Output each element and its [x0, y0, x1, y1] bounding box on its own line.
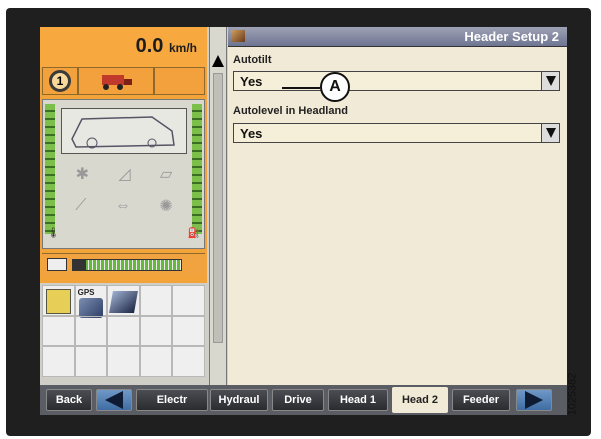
page-title: Header Setup 2 [464, 29, 559, 44]
shortcut-slot[interactable] [139, 346, 173, 377]
scroll-thumb[interactable] [213, 73, 223, 343]
shortcut-slot[interactable] [74, 346, 108, 377]
shortcut-slot[interactable] [172, 285, 205, 316]
scrollbar[interactable] [209, 27, 227, 385]
spray-icon: ⟋ [75, 197, 87, 214]
tab-bar: Back Electr Hydraul Drive Head 1 Head 2 … [40, 385, 567, 415]
autotilt-dropdown-button[interactable] [541, 72, 559, 90]
status-panel: 0.0 km/h 1 ✱ ◿ ▱ ⟋ ⇔ ✺ 🌡 ⛽ [40, 27, 207, 283]
arrow-right-icon [525, 391, 543, 409]
display-screen: 0.0 km/h 1 ✱ ◿ ▱ ⟋ ⇔ ✺ 🌡 ⛽ GPS Header Se… [40, 27, 567, 415]
shortcut-slot[interactable] [172, 346, 205, 377]
tab-feeder[interactable]: Feeder [452, 389, 510, 411]
arrow-left-icon [105, 391, 123, 409]
light-icon: ✺ [159, 198, 173, 215]
ramp-icon: ◿ [118, 166, 131, 183]
gps-label: GPS [77, 288, 95, 297]
fuel-level-marker [72, 259, 86, 271]
figure-number-text: 1025382 [566, 372, 579, 416]
shortcut-slot[interactable] [139, 285, 173, 316]
combine-diagram-icon [61, 108, 187, 154]
shortcut-slot[interactable] [42, 285, 75, 316]
right-level-bar [192, 104, 202, 234]
figure-number: 1025382 [566, 350, 599, 438]
tab-head-2[interactable]: Head 2 [392, 387, 448, 413]
speed-readout: 0.0 km/h [136, 35, 197, 58]
shortcut-slot[interactable] [107, 315, 140, 347]
autotilt-label: Autotilt [233, 54, 272, 66]
shortcut-slot[interactable] [172, 315, 205, 347]
fuel-pump-icon: ⛽ [187, 228, 200, 239]
shortcut-slot[interactable] [139, 315, 173, 347]
header-setup-panel: Header Setup 2 Autotilt Yes Autolevel in… [228, 27, 567, 385]
autotilt-value: Yes [240, 74, 263, 89]
status-empty-cell [154, 67, 205, 95]
shortcut-slot[interactable] [107, 346, 140, 377]
dropdown-arrow-icon [545, 128, 556, 138]
status-row: 1 [42, 67, 205, 97]
gear-cell[interactable]: 1 [42, 67, 78, 95]
back-button[interactable]: Back [46, 389, 92, 411]
combine-mode-cell[interactable] [78, 67, 154, 95]
tab-head-1[interactable]: Head 1 [328, 389, 388, 411]
title-bar: Header Setup 2 [228, 27, 567, 47]
fuel-gauge [42, 253, 205, 275]
function-icons-row-2: ⟋ ⇔ ✺ [61, 192, 187, 220]
shortcut-gps[interactable]: GPS [74, 285, 108, 318]
photo-frame: 0.0 km/h 1 ✱ ◿ ▱ ⟋ ⇔ ✺ 🌡 ⛽ GPS Header Se… [0, 0, 601, 439]
screen-icon [231, 30, 245, 42]
autolevel-select[interactable]: Yes [233, 123, 560, 143]
left-level-bar [45, 104, 55, 234]
shortcut-slot[interactable] [42, 315, 75, 347]
callout-leader-line [282, 87, 320, 89]
callout-letter: A [329, 78, 341, 95]
fuel-icon [47, 258, 67, 271]
swap-icon: ⇔ [114, 197, 131, 214]
tab-electr[interactable]: Electr [136, 389, 208, 411]
autolevel-dropdown-button[interactable] [541, 124, 559, 142]
satellite-icon [109, 291, 139, 313]
autolevel-value: Yes [240, 126, 263, 141]
tab-hydraul[interactable]: Hydraul [210, 389, 268, 411]
shortcut-slot[interactable] [42, 346, 75, 377]
fan-icon: ✱ [75, 166, 90, 183]
dropdown-arrow-icon [545, 76, 556, 86]
fuel-level-bar [72, 259, 182, 271]
tab-drive[interactable]: Drive [272, 389, 324, 411]
box-icon: ▱ [160, 166, 173, 183]
function-icons-row-1: ✱ ◿ ▱ [61, 160, 187, 188]
machine-overview: ✱ ◿ ▱ ⟋ ⇔ ✺ 🌡 ⛽ [42, 99, 205, 249]
shortcut-slot[interactable] [107, 285, 140, 316]
shortcut-slot[interactable] [74, 315, 108, 347]
gear-number: 1 [56, 74, 64, 88]
autolevel-label: Autolevel in Headland [233, 105, 348, 117]
speed-unit: km/h [168, 41, 197, 55]
combine-icon [102, 75, 132, 90]
temperature-icon: 🌡 [47, 228, 60, 239]
gear-icon: 1 [49, 70, 71, 92]
speed-value: 0.0 [135, 35, 164, 57]
tabs-next-button[interactable] [516, 389, 552, 411]
shortcut-grid: GPS [42, 285, 205, 377]
tabs-prev-button[interactable] [96, 389, 132, 411]
speed-display: 0.0 km/h [40, 27, 207, 67]
scroll-up-icon[interactable] [212, 55, 224, 67]
callout-marker: A [320, 72, 350, 102]
harvester-icon [46, 289, 71, 314]
